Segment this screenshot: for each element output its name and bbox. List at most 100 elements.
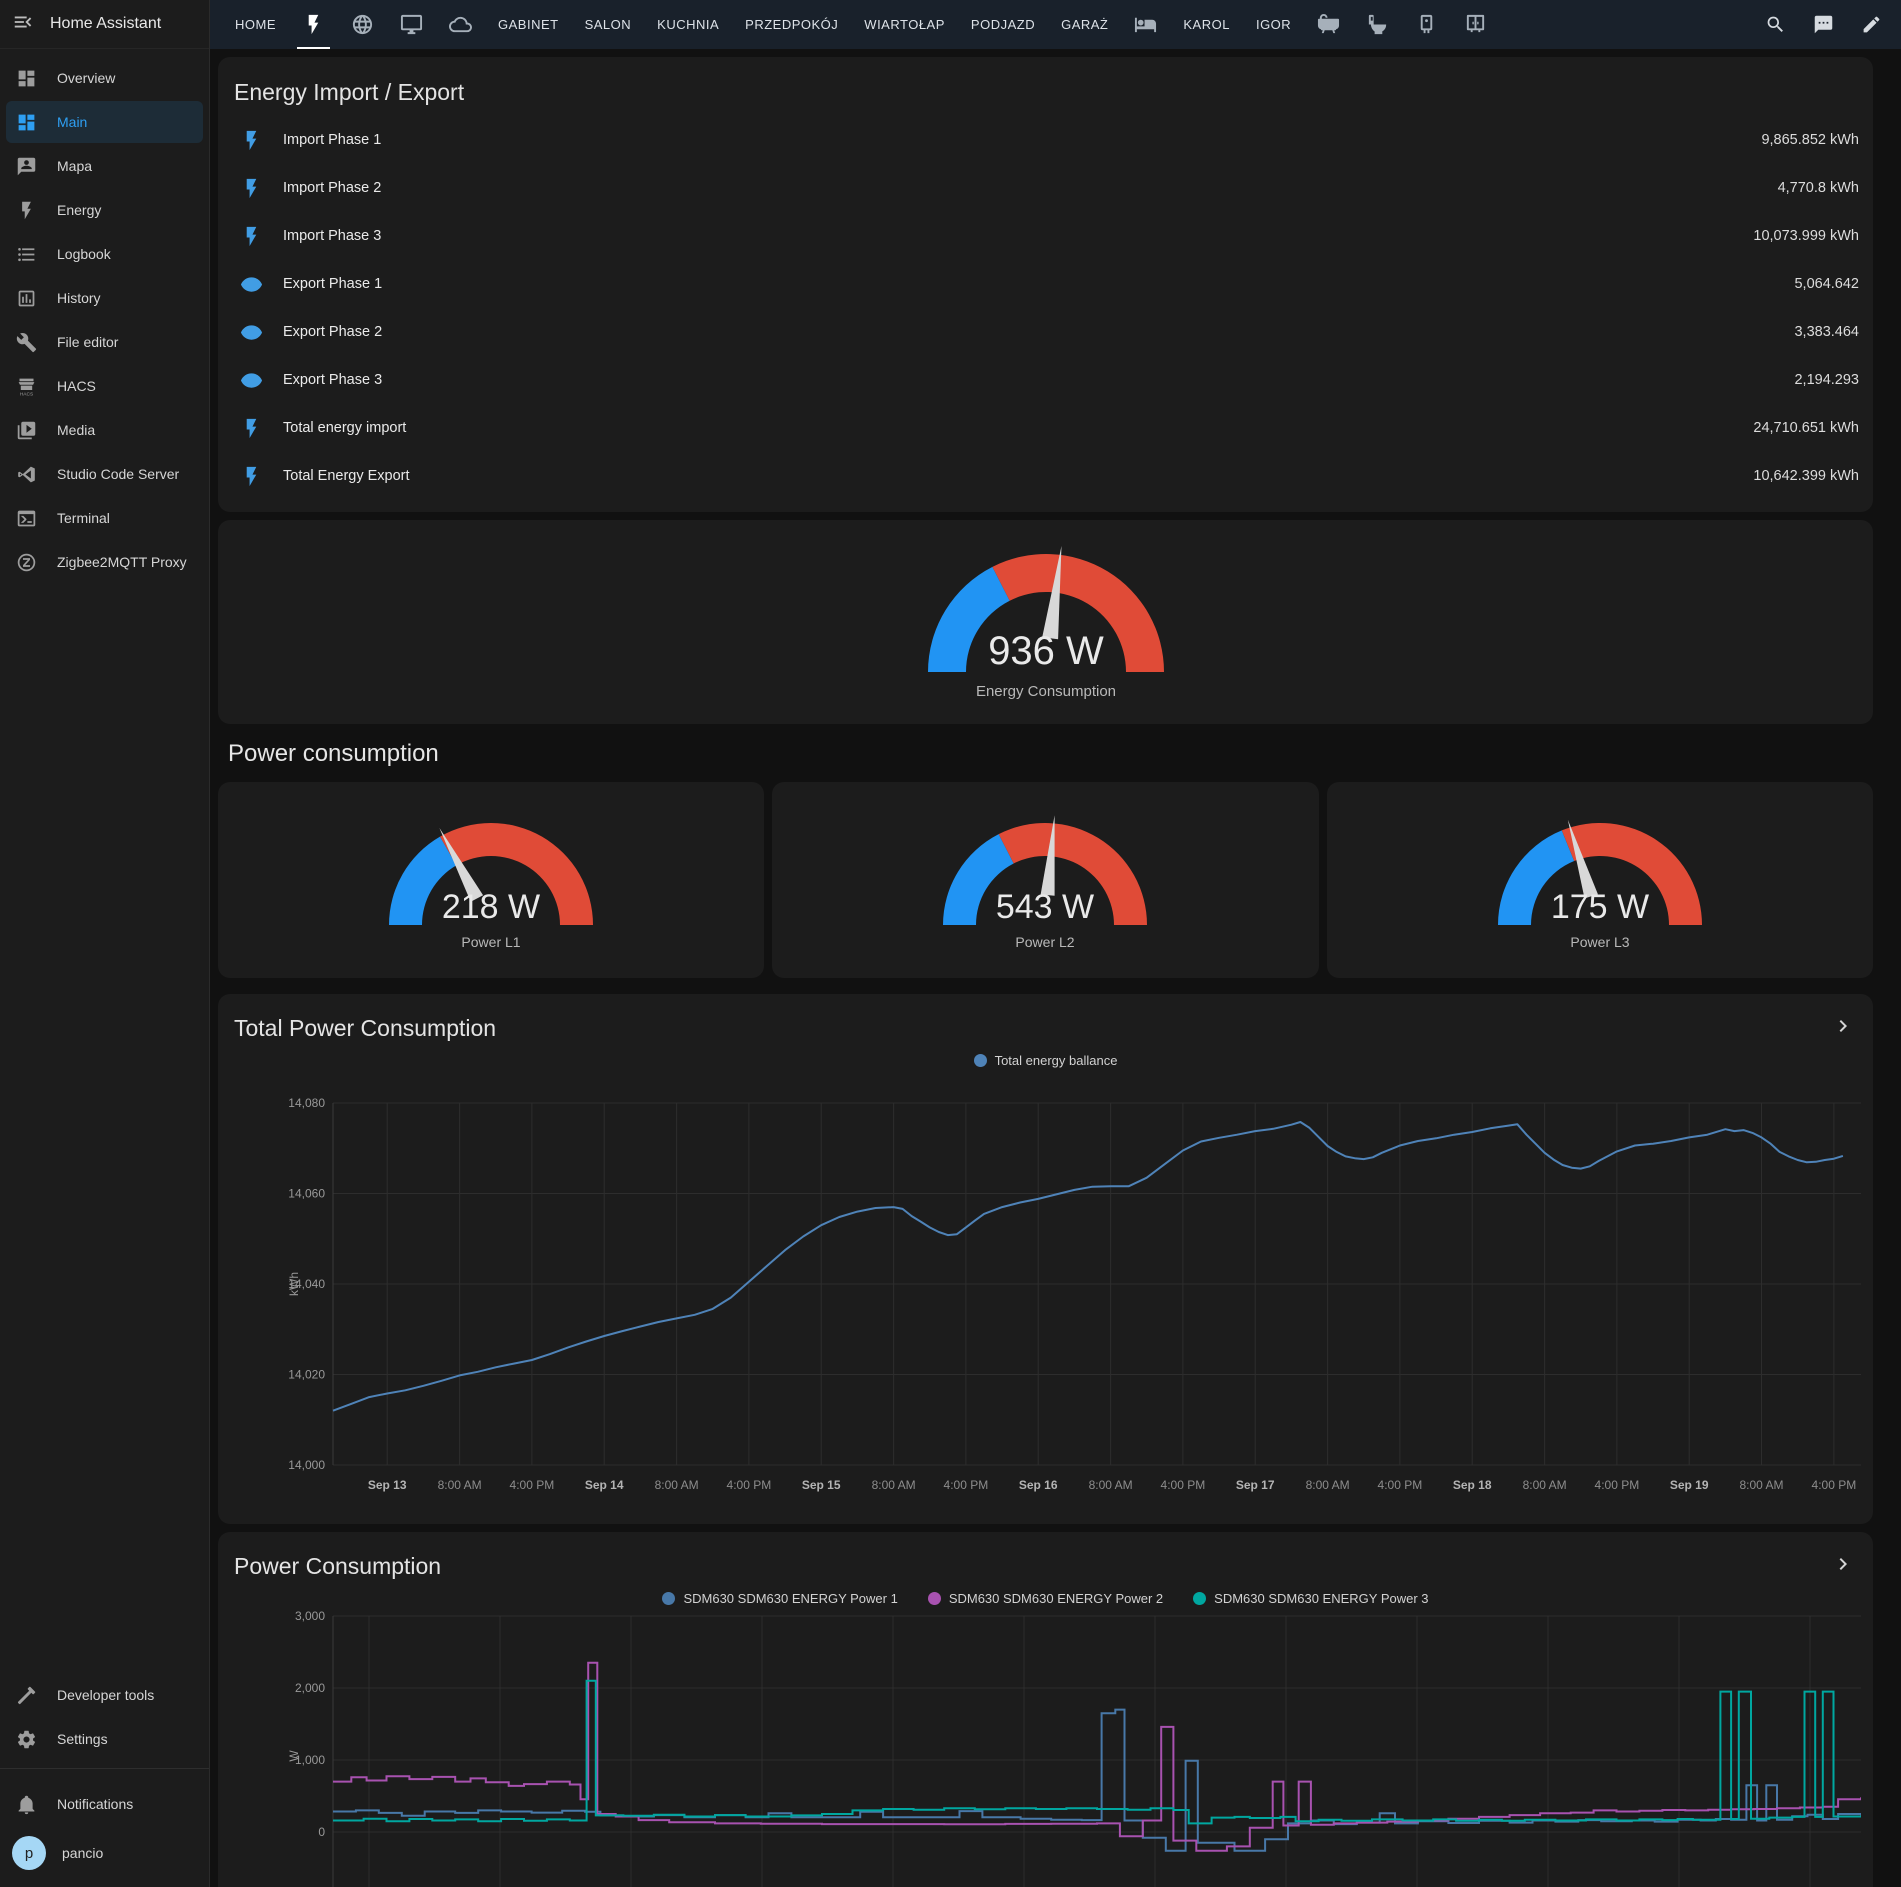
nav-tab-gara[interactable]: GARAŻ <box>1048 0 1121 49</box>
entity-label: Total energy import <box>283 420 406 436</box>
chat-button[interactable] <box>1803 5 1843 45</box>
gauge-value: 936 W <box>988 629 1104 673</box>
energy-consumption-gauge-card[interactable]: 936 W Energy Consumption <box>218 520 1873 724</box>
nav-tab-monitor[interactable] <box>387 0 436 49</box>
nav-tab-home[interactable]: HOME <box>222 0 289 49</box>
sidebar-item-mapa[interactable]: Mapa <box>6 145 203 187</box>
nav-tab-gabinet[interactable]: GABINET <box>485 0 572 49</box>
svg-text:0: 0 <box>318 1825 325 1839</box>
legend-dot <box>974 1054 987 1067</box>
entity-value: 9,865.852 kWh <box>1761 132 1859 148</box>
svg-text:8:00 AM: 8:00 AM <box>1739 1478 1783 1492</box>
sidebar-item-history[interactable]: History <box>6 277 203 319</box>
sidebar-item-user[interactable]: p pancio <box>6 1827 203 1879</box>
total-energy-line-chart[interactable]: 14,00014,02014,04014,06014,080Sep 138:00… <box>218 1068 1873 1518</box>
flash-icon <box>240 465 263 488</box>
sidebar-item-main[interactable]: Main <box>6 101 203 143</box>
nav-tab-bed[interactable] <box>1121 0 1170 49</box>
entity-row-export-phase-1[interactable]: Export Phase 15,064.642 <box>218 260 1873 308</box>
sidebar-item-notifications[interactable]: Notifications <box>6 1783 203 1825</box>
sidebar-header: Home Assistant <box>0 0 209 49</box>
nav-tab-igor[interactable]: IGOR <box>1243 0 1304 49</box>
sidebar-item-developer-tools[interactable]: Developer tools <box>6 1674 203 1716</box>
nav-tab-water-heater[interactable] <box>1402 0 1451 49</box>
menu-open-icon[interactable] <box>12 11 34 38</box>
legend-item-sdm630-sdm630-energy-power-3[interactable]: SDM630 SDM630 ENERGY Power 3 <box>1193 1591 1428 1606</box>
gauge-card-power-l2[interactable]: 543 W Power L2 <box>772 782 1318 978</box>
hacs-icon: HACS <box>16 376 37 397</box>
legend-item-sdm630-sdm630-energy-power-1[interactable]: SDM630 SDM630 ENERGY Power 1 <box>662 1591 897 1606</box>
chevron-right-icon[interactable] <box>1831 1552 1855 1581</box>
nav-actions <box>1755 0 1901 49</box>
svg-text:4:00 PM: 4:00 PM <box>1161 1478 1206 1492</box>
nav-tab-wardrobe[interactable] <box>1451 0 1500 49</box>
entity-row-import-phase-1[interactable]: Import Phase 19,865.852 kWh <box>218 116 1873 164</box>
nav-tab-wiarto-ap[interactable]: WIARTOŁAP <box>851 0 958 49</box>
nav-tab-salon[interactable]: SALON <box>572 0 645 49</box>
nav-tab-podjazd[interactable]: PODJAZD <box>958 0 1048 49</box>
sidebar-item-label: Notifications <box>57 1796 133 1812</box>
chevron-right-icon[interactable] <box>1831 1014 1855 1043</box>
entity-row-export-phase-3[interactable]: Export Phase 32,194.293 <box>218 356 1873 404</box>
avatar: p <box>12 1836 46 1870</box>
nav-tab-cloud[interactable] <box>436 0 485 49</box>
section-title: Power consumption <box>228 740 1869 768</box>
sidebar-item-zigbee2mqtt-proxy[interactable]: Zigbee2MQTT Proxy <box>6 541 203 583</box>
svg-text:Sep 15: Sep 15 <box>802 1478 841 1492</box>
gauge-value: 543 W <box>996 888 1094 926</box>
legend-item-total-energy-ballance[interactable]: Total energy ballance <box>974 1053 1118 1068</box>
sidebar-item-label: Main <box>57 114 87 130</box>
nav-tab-toilet[interactable] <box>1353 0 1402 49</box>
sidebar-item-terminal[interactable]: Terminal <box>6 497 203 539</box>
legend-dot <box>1193 1592 1206 1605</box>
svg-text:8:00 AM: 8:00 AM <box>872 1478 916 1492</box>
gauge-card-power-l1[interactable]: 218 W Power L1 <box>218 782 764 978</box>
nav-tab-przedpok-j[interactable]: PRZEDPOKÓJ <box>732 0 851 49</box>
sidebar-item-logbook[interactable]: Logbook <box>6 233 203 275</box>
svg-text:3,000: 3,000 <box>295 1609 325 1623</box>
legend-item-sdm630-sdm630-energy-power-2[interactable]: SDM630 SDM630 ENERGY Power 2 <box>928 1591 1163 1606</box>
power-phases-step-chart[interactable]: 01,0002,0003,000W <box>218 1606 1873 1887</box>
media-icon <box>16 420 37 441</box>
sidebar-item-energy[interactable]: Energy <box>6 189 203 231</box>
sidebar-item-media[interactable]: Media <box>6 409 203 451</box>
nav-tab-kuchnia[interactable]: KUCHNIA <box>644 0 732 49</box>
view-dashboard-icon <box>16 68 37 89</box>
sidebar-item-overview[interactable]: Overview <box>6 57 203 99</box>
search-button[interactable] <box>1755 5 1795 45</box>
svg-text:4:00 PM: 4:00 PM <box>1595 1478 1640 1492</box>
sidebar-item-hacs[interactable]: HACSHACS <box>6 365 203 407</box>
gauge: 175 W Power L3 <box>1490 811 1710 953</box>
entity-row-export-phase-2[interactable]: Export Phase 23,383.464 <box>218 308 1873 356</box>
sidebar-menu: Overview Main Mapa Energy LogbookHistoryFile… <box>0 49 209 585</box>
legend-dot <box>928 1592 941 1605</box>
bathtub-icon <box>1317 13 1340 36</box>
gauge-label: Energy Consumption <box>975 683 1115 700</box>
svg-text:4:00 PM: 4:00 PM <box>944 1478 989 1492</box>
gauge-label: Power L3 <box>1570 934 1629 950</box>
nav-tab-karol[interactable]: KAROL <box>1170 0 1243 49</box>
sidebar-item-file-editor[interactable]: File editor <box>6 321 203 363</box>
entity-row-total-energy-export[interactable]: Total Energy Export10,642.399 kWh <box>218 452 1873 500</box>
flash-icon <box>240 225 263 248</box>
dashboard-content: Energy Import / Export Import Phase 19,8… <box>210 49 1901 1887</box>
card-title: Power Consumption <box>234 1553 441 1580</box>
cog-icon <box>16 1729 37 1750</box>
sidebar-item-settings[interactable]: Settings <box>6 1718 203 1760</box>
svg-text:8:00 AM: 8:00 AM <box>1523 1478 1567 1492</box>
sidebar-item-studio-code-server[interactable]: Studio Code Server <box>6 453 203 495</box>
nav-tab-bathtub[interactable] <box>1304 0 1353 49</box>
sidebar-notifications: Notifications <box>0 1775 209 1827</box>
pencil-button[interactable] <box>1851 5 1891 45</box>
entity-row-import-phase-3[interactable]: Import Phase 310,073.999 kWh <box>218 212 1873 260</box>
gauge-card-power-l3[interactable]: 175 W Power L3 <box>1327 782 1873 978</box>
chart-legend: SDM630 SDM630 ENERGY Power 1 SDM630 SDM63… <box>218 1583 1873 1606</box>
toilet-icon <box>1366 13 1389 36</box>
entity-row-total-energy-import[interactable]: Total energy import24,710.651 kWh <box>218 404 1873 452</box>
svg-text:4:00 PM: 4:00 PM <box>727 1478 772 1492</box>
entity-row-import-phase-2[interactable]: Import Phase 24,770.8 kWh <box>218 164 1873 212</box>
sidebar-item-label: Overview <box>57 70 115 86</box>
nav-tab-web[interactable] <box>338 0 387 49</box>
nav-tab-flash[interactable] <box>289 0 338 49</box>
sidebar-item-label: Energy <box>57 202 101 218</box>
